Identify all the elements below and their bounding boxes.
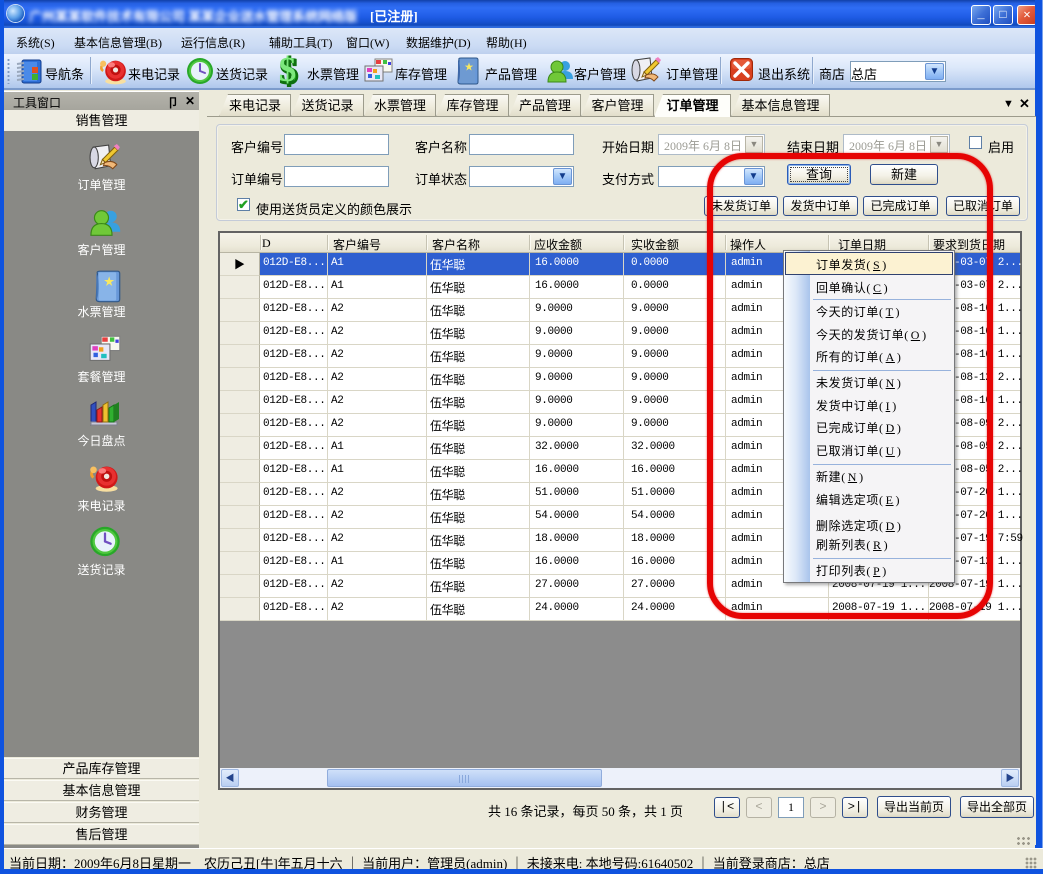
svg-text:★: ★: [104, 276, 115, 288]
svg-text:$: $: [279, 55, 296, 88]
svg-text:★: ★: [464, 62, 473, 72]
